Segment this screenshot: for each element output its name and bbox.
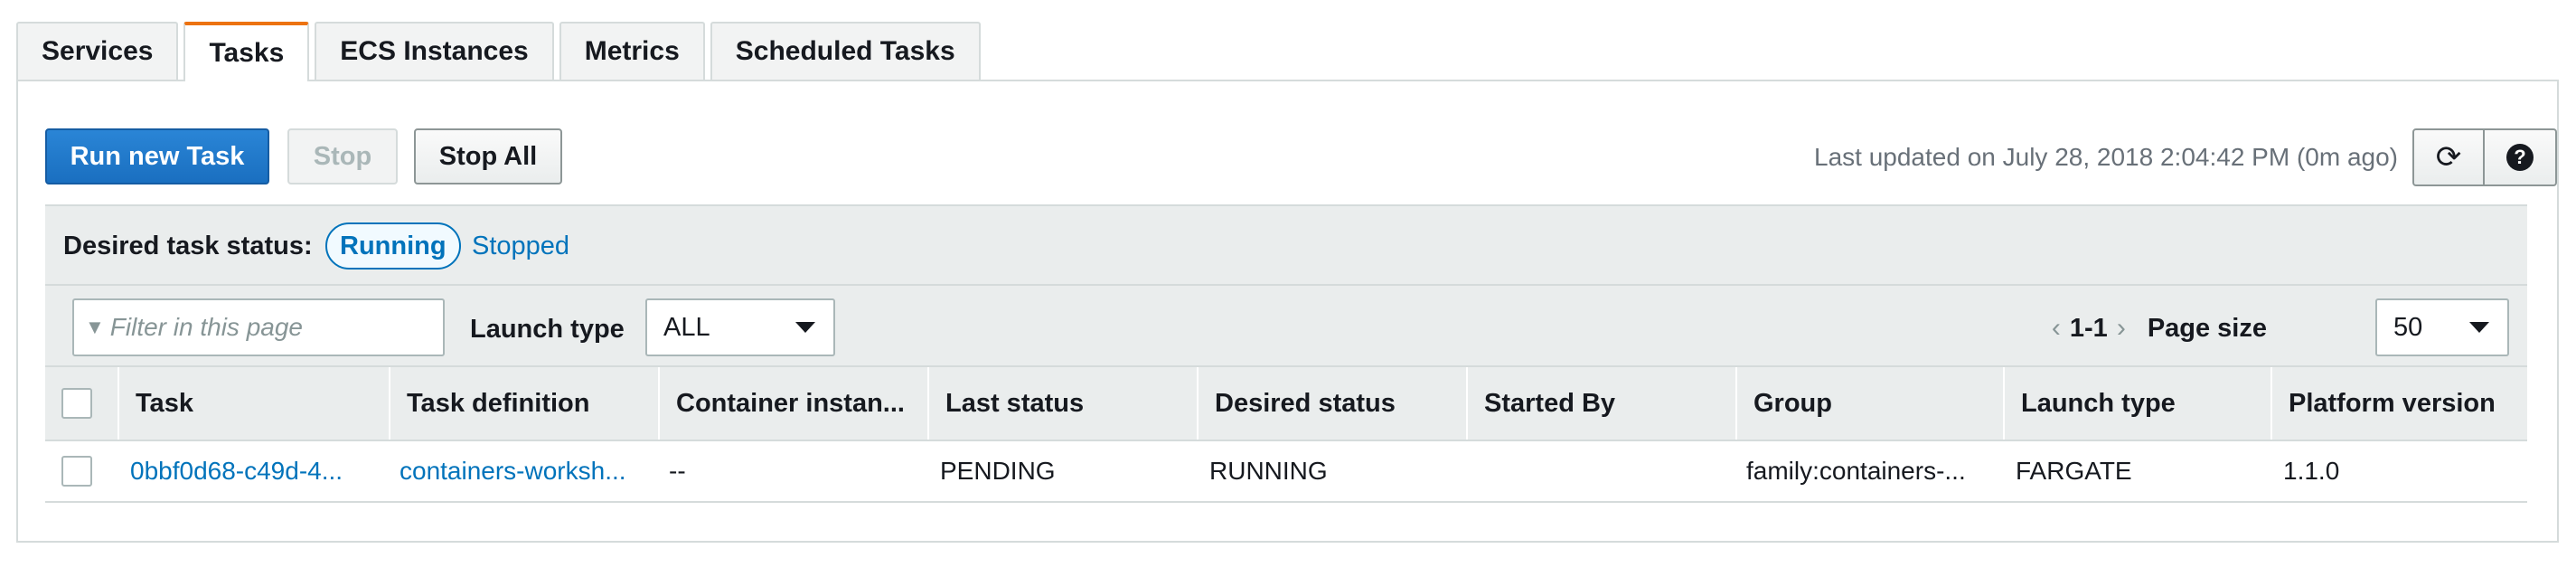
table-header: Task Task definition Container instan...…: [45, 365, 2527, 441]
column-header-task[interactable]: Task: [118, 367, 389, 440]
started-by-value: [1462, 441, 1732, 501]
tab-ecs-instances[interactable]: ECS Instances: [315, 22, 554, 80]
stop-button[interactable]: Stop: [287, 128, 398, 184]
filter-funnel-icon: ▼: [85, 316, 105, 338]
select-all-checkbox[interactable]: [61, 388, 92, 419]
row-checkbox[interactable]: [61, 456, 92, 487]
previous-page-icon[interactable]: ‹: [2052, 313, 2061, 344]
column-header-last-status[interactable]: Last status: [927, 367, 1197, 440]
column-header-launch-type[interactable]: Launch type: [2003, 367, 2270, 440]
row-select-cell: [45, 441, 118, 501]
launch-type-value-cell: FARGATE: [2016, 457, 2132, 485]
tab-metrics[interactable]: Metrics: [559, 22, 705, 80]
help-icon: ?: [2506, 144, 2534, 171]
tab-services[interactable]: Services: [16, 22, 179, 80]
page-size-select[interactable]: 50: [2375, 298, 2509, 356]
launch-type-label: Launch type: [470, 315, 625, 344]
launch-type-value: ALL: [663, 312, 710, 342]
desired-status-value: RUNNING: [1209, 457, 1328, 485]
container-instance-value: --: [669, 457, 686, 485]
tab-tasks[interactable]: Tasks: [183, 22, 310, 81]
column-header-started-by[interactable]: Started By: [1466, 367, 1735, 440]
chevron-down-icon: [795, 322, 815, 333]
status-stopped-toggle[interactable]: Stopped: [459, 222, 582, 270]
column-header-platform-version[interactable]: Platform version: [2270, 367, 2527, 440]
chevron-down-icon: [2469, 322, 2489, 333]
column-header-task-definition[interactable]: Task definition: [389, 367, 658, 440]
group-value: family:containers-...: [1746, 457, 1966, 485]
page-range: 1-1: [2069, 313, 2108, 343]
platform-version-value: 1.1.0: [2283, 457, 2340, 485]
task-definition-link[interactable]: containers-worksh...: [383, 441, 654, 501]
refresh-button[interactable]: ⟳: [2412, 128, 2485, 186]
page-size-value: 50: [2393, 312, 2423, 342]
tab-scheduled-tasks[interactable]: Scheduled Tasks: [710, 22, 981, 80]
column-header-desired-status[interactable]: Desired status: [1197, 367, 1466, 440]
tasks-table: Task Task definition Container instan...…: [45, 365, 2527, 503]
column-header-group[interactable]: Group: [1735, 367, 2003, 440]
filter-field[interactable]: ▼: [72, 298, 445, 356]
next-page-icon[interactable]: ›: [2117, 313, 2126, 344]
last-status-value: PENDING: [940, 457, 1056, 485]
table-row: 0bbf0d68-c49d-4... containers-worksh... …: [45, 441, 2527, 503]
pager: ‹ 1-1 › Page size: [2043, 313, 2267, 344]
tasks-panel: Run new Task Stop Stop All Last updated …: [16, 80, 2559, 543]
desired-status-bar: Desired task status: Running Stopped: [45, 204, 2527, 284]
launch-type-select[interactable]: ALL: [645, 298, 835, 356]
help-button[interactable]: ?: [2485, 128, 2557, 186]
column-header-container-instance[interactable]: Container instan...: [658, 367, 927, 440]
run-new-task-button[interactable]: Run new Task: [45, 128, 269, 184]
last-updated-text: Last updated on July 28, 2018 2:04:42 PM…: [1814, 143, 2398, 171]
stop-all-button[interactable]: Stop All: [414, 128, 562, 184]
select-all-cell: [45, 367, 118, 440]
page-size-label: Page size: [2147, 313, 2267, 343]
task-id-link[interactable]: 0bbf0d68-c49d-4...: [114, 441, 385, 501]
desired-status-label: Desired task status:: [63, 232, 313, 260]
status-running-toggle[interactable]: Running: [325, 222, 461, 270]
refresh-icon: ⟳: [2435, 140, 2462, 175]
filter-input[interactable]: [108, 312, 434, 343]
filter-bar: ▼ Launch type ALL ‹ 1-1 › Page size 50: [45, 284, 2527, 365]
tab-bar: Services Tasks ECS Instances Metrics Sch…: [16, 22, 986, 81]
